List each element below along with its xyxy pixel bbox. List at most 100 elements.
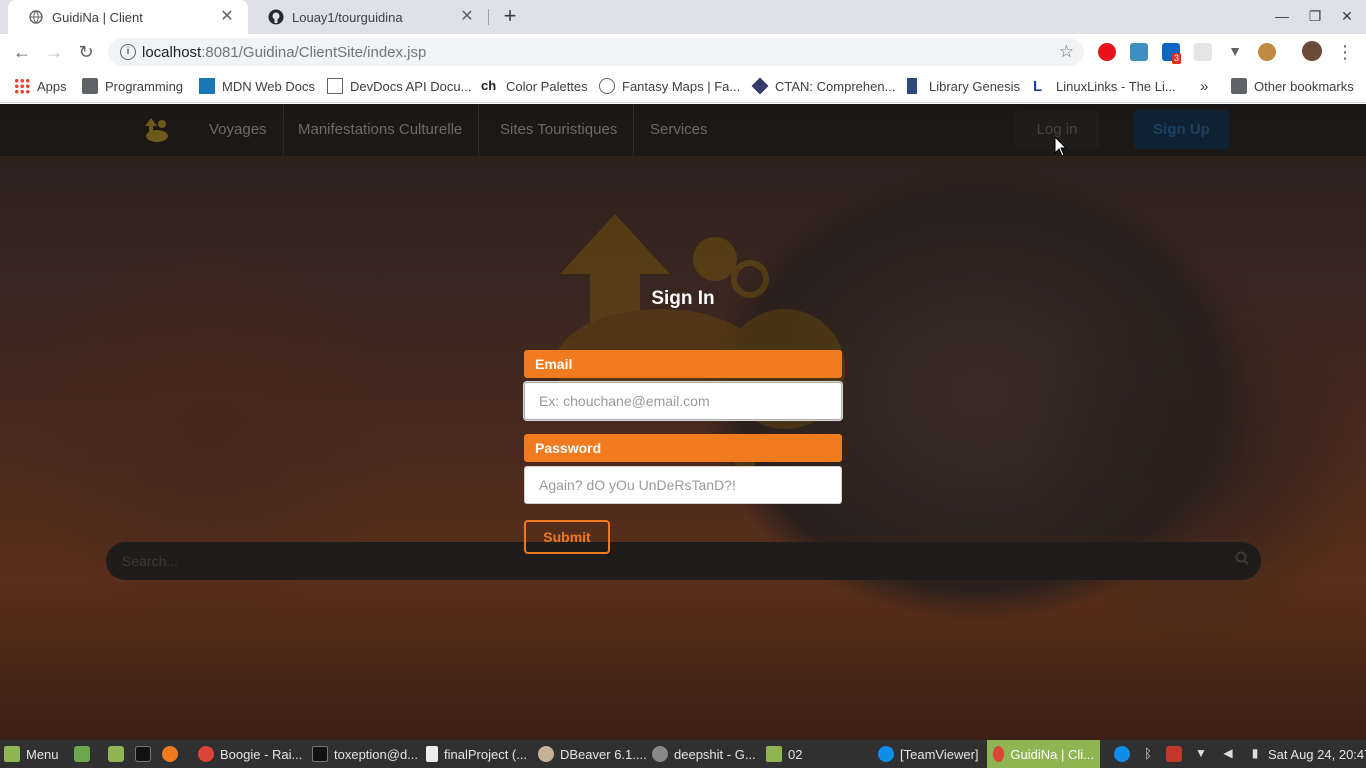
close-tab-icon[interactable]: ✕ (458, 8, 476, 26)
taskbar-app-label: [TeamViewer] (900, 746, 979, 762)
taskbar-app-active[interactable]: GuidiNa | Cli... (987, 740, 1100, 768)
bookmark-linuxlinks[interactable]: L LinuxLinks - The Li... (1033, 76, 1176, 96)
new-tab-icon[interactable]: + (498, 5, 522, 29)
email-label: Email (524, 350, 842, 378)
vue-extension-icon[interactable]: ▼ (1226, 43, 1244, 61)
taskbar-app[interactable]: [TeamViewer] (878, 740, 979, 768)
libgen-icon (907, 78, 917, 94)
taskbar-app-label: toxeption@d... (334, 746, 419, 762)
minimize-icon[interactable]: — (1272, 6, 1292, 26)
github-icon (268, 9, 284, 25)
taskbar-app[interactable]: finalProject (... (426, 740, 527, 768)
document-icon (426, 746, 438, 762)
bookmarks-bar: Apps Programming MDN Web Docs DevDocs AP… (0, 70, 1366, 103)
teamviewer-tray-icon[interactable] (1114, 746, 1130, 762)
bookmark-devdocs[interactable]: DevDocs API Docu... (327, 76, 471, 96)
taskbar-app-label: 02 (788, 746, 803, 762)
info-icon[interactable]: i (120, 44, 136, 60)
forward-icon[interactable]: → (42, 40, 66, 64)
nav-services[interactable]: Services (634, 104, 724, 156)
email-field[interactable] (524, 382, 842, 420)
taskbar-app[interactable]: Boogie - Rai... (198, 740, 302, 768)
site-logo[interactable] (143, 116, 171, 144)
taskbar-app-label: GuidiNa | Cli... (1010, 746, 1094, 762)
os-taskbar: Menu Boogie - Rai... toxeption@d... fina… (0, 740, 1366, 768)
signup-button[interactable]: Sign Up (1134, 110, 1229, 149)
opera-extension-icon[interactable] (1098, 43, 1116, 61)
spreadsheet-launcher-icon[interactable] (74, 746, 90, 762)
nav-sites-touristiques[interactable]: Sites Touristiques (484, 104, 635, 156)
address-bar[interactable]: i localhost:8081/Guidina/ClientSite/inde… (108, 38, 1084, 66)
site-search-bar[interactable]: Search... (106, 542, 1261, 580)
coolors-icon: ch (481, 78, 497, 93)
extension-a-icon[interactable] (1130, 43, 1148, 61)
tab-github[interactable]: Louay1/tourguidina ✕ (248, 0, 488, 34)
tab-divider (488, 9, 489, 25)
bookmark-color-palettes[interactable]: ch Color Palettes (481, 76, 588, 96)
restore-icon[interactable]: ❐ (1305, 6, 1325, 26)
start-menu-button[interactable]: Menu (4, 740, 59, 768)
bookmark-label: Color Palettes (506, 78, 588, 94)
avatar[interactable] (1302, 41, 1322, 61)
folder-icon (82, 78, 98, 94)
mouse-cursor-icon (1054, 136, 1068, 157)
url-path: :8081/Guidina/ClientSite/index.jsp (201, 43, 427, 61)
bookmark-apps[interactable]: Apps (14, 76, 67, 96)
bookmark-star-icon[interactable]: ☆ (1059, 42, 1074, 62)
tab-guidina[interactable]: GuidiNa | Client ✕ (8, 0, 248, 34)
bookmark-label: CTAN: Comprehen... (775, 78, 896, 94)
shield-icon[interactable] (1166, 746, 1182, 762)
taskbar-app[interactable]: toxeption@d... (312, 740, 418, 768)
folder-icon (1231, 78, 1247, 94)
password-field[interactable] (524, 466, 842, 504)
taskbar-app-label: finalProject (... (444, 746, 528, 762)
reload-icon[interactable]: ↻ (74, 40, 98, 64)
background-rock (1020, 264, 1366, 644)
url-text[interactable]: localhost:8081/Guidina/ClientSite/index.… (142, 44, 426, 61)
bookmark-label: Programming (105, 78, 184, 94)
clock[interactable]: Sat Aug 24, 20:47 (1268, 740, 1366, 768)
globe-icon (599, 78, 615, 94)
bluetooth-icon[interactable]: ᛒ (1140, 746, 1156, 762)
back-icon[interactable]: ← (10, 40, 34, 64)
taskbar-app[interactable]: 02 (766, 740, 802, 768)
bookmark-programming[interactable]: Programming (82, 76, 183, 96)
taskbar-app[interactable]: DBeaver 6.1.... (538, 740, 647, 768)
background-rock (0, 224, 420, 644)
wifi-icon[interactable]: ▼ (1193, 746, 1209, 762)
teamviewer-icon (878, 746, 894, 762)
bookmark-label: Fantasy Maps | Fa... (622, 78, 741, 94)
taskbar-app[interactable]: deepshit - G... (652, 740, 756, 768)
bookmark-library-genesis[interactable]: Library Genesis (907, 76, 1020, 96)
chrome-icon (993, 746, 1005, 762)
bookmarks-overflow-icon[interactable]: » (1200, 76, 1208, 96)
bookmark-mdn[interactable]: MDN Web Docs (199, 76, 315, 96)
bookmark-other[interactable]: Other bookmarks (1231, 76, 1354, 96)
window-close-icon[interactable]: ✕ (1337, 6, 1357, 26)
search-icon[interactable] (1235, 551, 1249, 569)
devdocs-icon (327, 78, 343, 94)
url-host: localhost (142, 43, 202, 61)
linux-mint-icon (4, 746, 20, 762)
bookmark-ctan[interactable]: CTAN: Comprehen... (751, 76, 896, 96)
extension-grey-icon[interactable] (1194, 43, 1212, 61)
terminal-launcher-icon[interactable] (135, 746, 151, 762)
chrome-icon (198, 746, 214, 762)
terminal-icon (312, 746, 328, 762)
linkedin-extension-icon[interactable]: 3 (1162, 43, 1182, 64)
battery-icon[interactable]: ▮ (1247, 746, 1263, 762)
close-tab-icon[interactable]: ✕ (218, 8, 236, 26)
browser-tab-strip: GuidiNa | Client ✕ Louay1/tourguidina ✕ … (0, 0, 1366, 34)
browser-toolbar: ← → ↻ i localhost:8081/Guidina/ClientSit… (0, 34, 1366, 70)
volume-icon[interactable]: ◀ (1220, 746, 1236, 762)
bookmark-label: DevDocs API Docu... (350, 78, 472, 94)
nav-voyages[interactable]: Voyages (193, 104, 284, 156)
submit-button[interactable]: Submit (524, 520, 610, 554)
menu-kebab-icon[interactable]: ⋮ (1333, 40, 1357, 64)
firefox-launcher-icon[interactable] (162, 746, 178, 762)
cookie-extension-icon[interactable] (1258, 43, 1276, 61)
bookmark-fantasy-maps[interactable]: Fantasy Maps | Fa... (599, 76, 740, 96)
files-launcher-icon[interactable] (108, 746, 124, 762)
nav-manifestations-culturelle[interactable]: Manifestations Culturelle (282, 104, 480, 156)
bookmark-label: Apps (37, 78, 67, 94)
